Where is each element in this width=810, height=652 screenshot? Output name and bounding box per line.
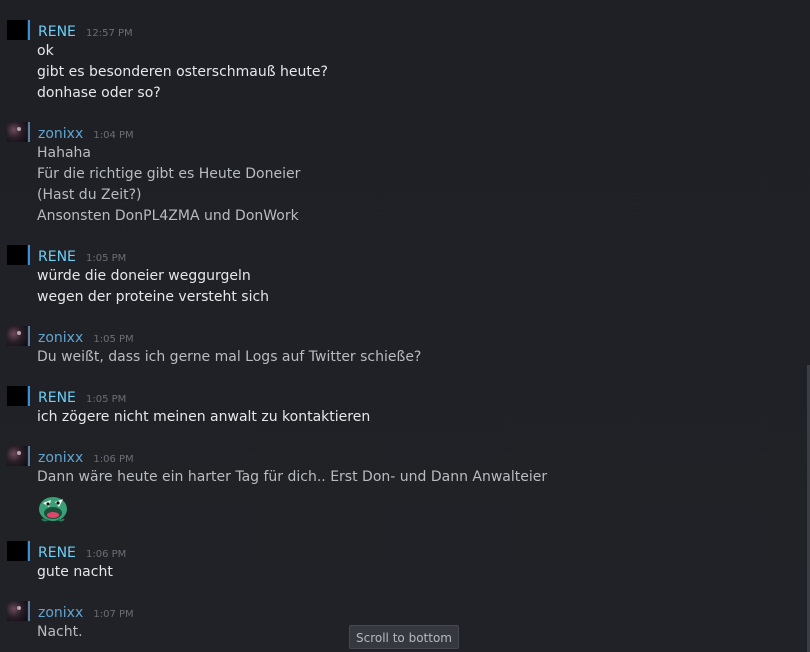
message-body: Dann wäre heute ein harter Tag für dich.… [37, 467, 547, 488]
author-name[interactable]: zonixx [38, 605, 83, 621]
message-line: ich zögere nicht meinen anwalt zu kontak… [37, 409, 371, 425]
message-header: zonixx 1:07 PM [38, 602, 134, 621]
avatar[interactable] [7, 245, 27, 265]
message-body: würde die doneier weggurgeln wegen der p… [37, 266, 269, 308]
avatar-status-bar [28, 245, 30, 265]
message-line: Hahaha [37, 145, 92, 161]
message-line: donhase oder so? [37, 85, 161, 101]
avatar-status-bar [28, 122, 30, 142]
message-line: gute nacht [37, 564, 113, 580]
avatar[interactable] [7, 122, 27, 142]
author-name[interactable]: zonixx [38, 126, 83, 142]
message-header: zonixx 1:04 PM [38, 123, 134, 142]
message-line: wegen der proteine versteht sich [37, 289, 270, 305]
message-line: Ansonsten DonPL4ZMA und DonWork [37, 208, 299, 224]
message-body: Hahaha Für die richtige gibt es Heute Do… [37, 143, 300, 227]
timestamp: 1:07 PM [93, 609, 134, 620]
author-name[interactable]: RENE [38, 249, 76, 265]
avatar-status-bar [28, 601, 30, 621]
message-body: Du weißt, dass ich gerne mal Logs auf Tw… [37, 347, 421, 368]
message-line: Dann wäre heute ein harter Tag für dich.… [37, 469, 548, 485]
timestamp: 1:05 PM [86, 253, 127, 264]
message-line: Du weißt, dass ich gerne mal Logs auf Tw… [37, 349, 422, 365]
avatar[interactable] [7, 386, 27, 406]
author-name[interactable]: RENE [38, 545, 76, 561]
avatar-status-bar [28, 541, 30, 561]
timestamp: 12:57 PM [86, 28, 133, 39]
message-line: ok [37, 43, 54, 59]
avatar[interactable] [7, 601, 27, 621]
green-frog-emote-icon[interactable] [37, 491, 69, 523]
author-name[interactable]: RENE [38, 390, 76, 406]
avatar-status-bar [28, 386, 30, 406]
avatar-status-bar [28, 326, 30, 346]
timestamp: 1:04 PM [93, 130, 134, 141]
message-line: würde die doneier weggurgeln [37, 268, 251, 284]
message-header: zonixx 1:05 PM [38, 327, 134, 346]
avatar[interactable] [7, 446, 27, 466]
timestamp: 1:05 PM [93, 334, 134, 345]
message-body: Nacht. [37, 622, 83, 643]
message-header: RENE 1:05 PM [38, 246, 127, 265]
author-name[interactable]: zonixx [38, 330, 83, 346]
message-header: zonixx 1:06 PM [38, 447, 134, 466]
avatar[interactable] [7, 326, 27, 346]
message-line: (Hast du Zeit?) [37, 187, 142, 203]
avatar-status-bar [28, 446, 30, 466]
message-header: RENE 12:57 PM [38, 21, 133, 40]
message-body: ok gibt es besonderen osterschmauß heute… [37, 41, 328, 104]
message-header: RENE 1:06 PM [38, 542, 127, 561]
message-header: RENE 1:05 PM [38, 387, 127, 406]
message-body: gute nacht [37, 562, 113, 583]
avatar[interactable] [7, 20, 27, 40]
timestamp: 1:05 PM [86, 394, 127, 405]
author-name[interactable]: zonixx [38, 450, 83, 466]
avatar[interactable] [7, 541, 27, 561]
author-name[interactable]: RENE [38, 24, 76, 40]
message-line: gibt es besonderen osterschmauß heute? [37, 64, 328, 80]
chat-log: RENE 12:57 PM ok gibt es besonderen oste… [0, 0, 810, 652]
message-body: ich zögere nicht meinen anwalt zu kontak… [37, 407, 370, 428]
timestamp: 1:06 PM [93, 454, 134, 465]
avatar-status-bar [28, 20, 30, 40]
timestamp: 1:06 PM [86, 549, 127, 560]
message-line: Nacht. [37, 624, 83, 640]
scroll-to-bottom-button[interactable]: Scroll to bottom [349, 625, 459, 649]
message-line: Für die richtige gibt es Heute Doneier [37, 166, 301, 182]
